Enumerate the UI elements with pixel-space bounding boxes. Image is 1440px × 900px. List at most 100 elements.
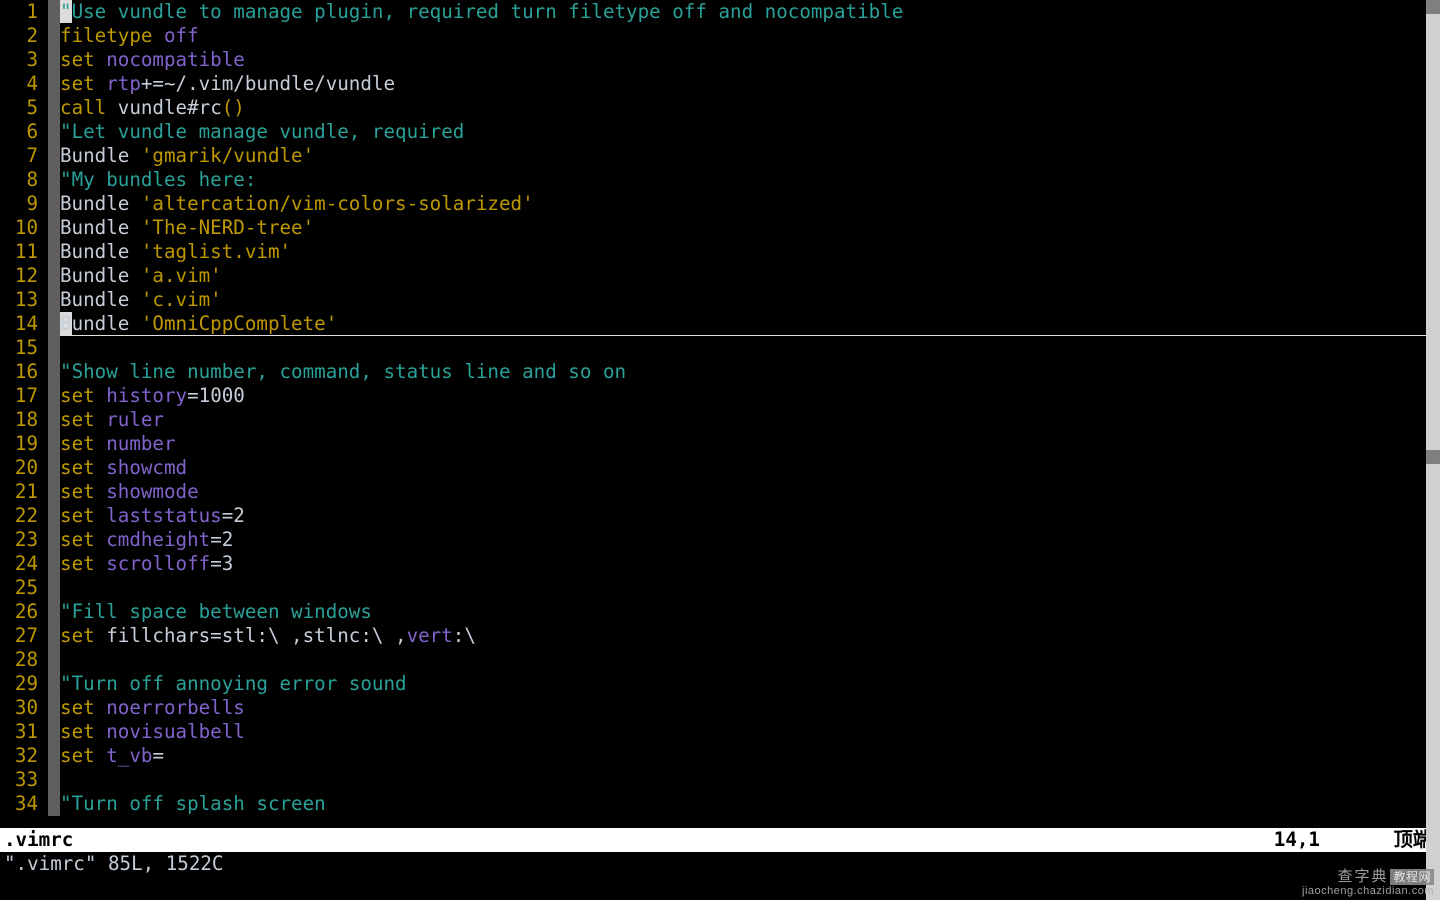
code-text[interactable]: [60, 336, 1426, 360]
code-text[interactable]: set showmode: [60, 480, 1426, 504]
fold-column[interactable]: [48, 0, 60, 24]
fold-column[interactable]: [48, 24, 60, 48]
fold-column[interactable]: [48, 504, 60, 528]
fold-column[interactable]: [48, 600, 60, 624]
code-line[interactable]: 33: [0, 768, 1426, 792]
code-line[interactable]: 31set novisualbell: [0, 720, 1426, 744]
scrollbar-thumb[interactable]: [1426, 450, 1440, 464]
fold-column[interactable]: [48, 408, 60, 432]
fold-column[interactable]: [48, 576, 60, 600]
fold-column[interactable]: [48, 696, 60, 720]
code-line[interactable]: 7Bundle 'gmarik/vundle': [0, 144, 1426, 168]
fold-column[interactable]: [48, 288, 60, 312]
code-text[interactable]: set scrolloff=3: [60, 552, 1426, 576]
code-line[interactable]: 23set cmdheight=2: [0, 528, 1426, 552]
code-line[interactable]: 25: [0, 576, 1426, 600]
code-text[interactable]: set showcmd: [60, 456, 1426, 480]
code-line[interactable]: 17set history=1000: [0, 384, 1426, 408]
fold-column[interactable]: [48, 792, 60, 816]
fold-column[interactable]: [48, 552, 60, 576]
code-text[interactable]: set history=1000: [60, 384, 1426, 408]
code-text[interactable]: Bundle 'gmarik/vundle': [60, 144, 1426, 168]
code-text[interactable]: Bundle 'taglist.vim': [60, 240, 1426, 264]
code-line[interactable]: 12Bundle 'a.vim': [0, 264, 1426, 288]
fold-column[interactable]: [48, 648, 60, 672]
code-text[interactable]: set nocompatible: [60, 48, 1426, 72]
fold-column[interactable]: [48, 480, 60, 504]
fold-column[interactable]: [48, 48, 60, 72]
code-text[interactable]: [60, 648, 1426, 672]
code-line[interactable]: 15: [0, 336, 1426, 360]
code-viewport[interactable]: 1"Use vundle to manage plugin, required …: [0, 0, 1426, 828]
code-line[interactable]: 6"Let vundle manage vundle, required: [0, 120, 1426, 144]
scrollbar-thumb-top[interactable]: [1426, 0, 1440, 14]
code-line[interactable]: 14Bundle 'OmniCppComplete': [0, 312, 1426, 336]
fold-column[interactable]: [48, 456, 60, 480]
code-text[interactable]: set number: [60, 432, 1426, 456]
code-text[interactable]: "Turn off annoying error sound: [60, 672, 1426, 696]
fold-column[interactable]: [48, 768, 60, 792]
fold-column[interactable]: [48, 216, 60, 240]
scrollbar[interactable]: [1426, 0, 1440, 900]
fold-column[interactable]: [48, 192, 60, 216]
code-text[interactable]: "My bundles here:: [60, 168, 1426, 192]
code-line[interactable]: 13Bundle 'c.vim': [0, 288, 1426, 312]
code-line[interactable]: 8"My bundles here:: [0, 168, 1426, 192]
code-line[interactable]: 1"Use vundle to manage plugin, required …: [0, 0, 1426, 24]
code-text[interactable]: set t_vb=: [60, 744, 1426, 768]
code-text[interactable]: Bundle 'OmniCppComplete': [60, 312, 1426, 336]
code-text[interactable]: [60, 576, 1426, 600]
code-line[interactable]: 20set showcmd: [0, 456, 1426, 480]
fold-column[interactable]: [48, 120, 60, 144]
code-text[interactable]: filetype off: [60, 24, 1426, 48]
code-line[interactable]: 16"Show line number, command, status lin…: [0, 360, 1426, 384]
fold-column[interactable]: [48, 72, 60, 96]
code-text[interactable]: "Fill space between windows: [60, 600, 1426, 624]
command-line[interactable]: ".vimrc" 85L, 1522C: [0, 852, 1440, 876]
code-text[interactable]: call vundle#rc(): [60, 96, 1426, 120]
code-line[interactable]: 5call vundle#rc(): [0, 96, 1426, 120]
code-line[interactable]: 27set fillchars=stl:\ ,stlnc:\ ,vert:\: [0, 624, 1426, 648]
code-line[interactable]: 9Bundle 'altercation/vim-colors-solarize…: [0, 192, 1426, 216]
fold-column[interactable]: [48, 336, 60, 360]
code-line[interactable]: 22set laststatus=2: [0, 504, 1426, 528]
code-line[interactable]: 11Bundle 'taglist.vim': [0, 240, 1426, 264]
code-line[interactable]: 29"Turn off annoying error sound: [0, 672, 1426, 696]
fold-column[interactable]: [48, 528, 60, 552]
code-text[interactable]: "Turn off splash screen: [60, 792, 1426, 816]
code-text[interactable]: Bundle 'c.vim': [60, 288, 1426, 312]
code-text[interactable]: Bundle 'a.vim': [60, 264, 1426, 288]
fold-column[interactable]: [48, 168, 60, 192]
code-line[interactable]: 21set showmode: [0, 480, 1426, 504]
fold-column[interactable]: [48, 744, 60, 768]
fold-column[interactable]: [48, 144, 60, 168]
code-text[interactable]: "Use vundle to manage plugin, required t…: [60, 0, 1426, 24]
code-line[interactable]: 24set scrolloff=3: [0, 552, 1426, 576]
fold-column[interactable]: [48, 672, 60, 696]
code-text[interactable]: set rtp+=~/.vim/bundle/vundle: [60, 72, 1426, 96]
code-line[interactable]: 18set ruler: [0, 408, 1426, 432]
code-text[interactable]: Bundle 'The-NERD-tree': [60, 216, 1426, 240]
fold-column[interactable]: [48, 432, 60, 456]
code-text[interactable]: set novisualbell: [60, 720, 1426, 744]
code-text[interactable]: set noerrorbells: [60, 696, 1426, 720]
code-line[interactable]: 2filetype off: [0, 24, 1426, 48]
code-text[interactable]: set laststatus=2: [60, 504, 1426, 528]
code-line[interactable]: 28: [0, 648, 1426, 672]
fold-column[interactable]: [48, 384, 60, 408]
code-line[interactable]: 10Bundle 'The-NERD-tree': [0, 216, 1426, 240]
code-line[interactable]: 26"Fill space between windows: [0, 600, 1426, 624]
code-text[interactable]: [60, 768, 1426, 792]
fold-column[interactable]: [48, 624, 60, 648]
code-text[interactable]: "Let vundle manage vundle, required: [60, 120, 1426, 144]
fold-column[interactable]: [48, 240, 60, 264]
code-text[interactable]: set fillchars=stl:\ ,stlnc:\ ,vert:\: [60, 624, 1426, 648]
code-text[interactable]: set ruler: [60, 408, 1426, 432]
code-line[interactable]: 34"Turn off splash screen: [0, 792, 1426, 816]
code-line[interactable]: 3set nocompatible: [0, 48, 1426, 72]
code-text[interactable]: "Show line number, command, status line …: [60, 360, 1426, 384]
code-text[interactable]: Bundle 'altercation/vim-colors-solarized…: [60, 192, 1426, 216]
code-text[interactable]: set cmdheight=2: [60, 528, 1426, 552]
fold-column[interactable]: [48, 264, 60, 288]
fold-column[interactable]: [48, 360, 60, 384]
